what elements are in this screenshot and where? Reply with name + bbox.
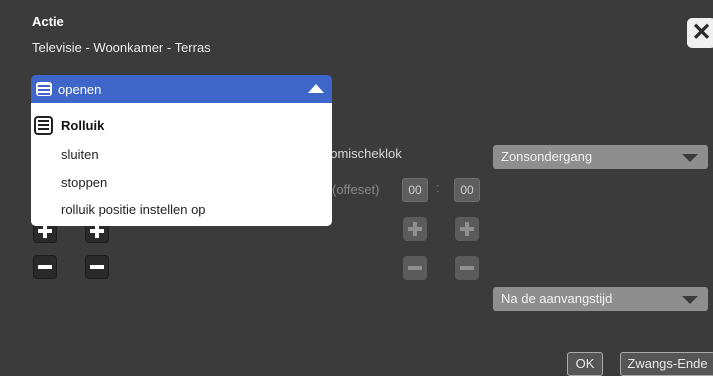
ok-button[interactable]: OK	[567, 352, 603, 376]
close-icon: ✕	[691, 19, 712, 46]
timing-select[interactable]: Na de aanvangstijd	[493, 287, 708, 311]
close-button[interactable]: ✕	[687, 18, 713, 48]
offset-label: (offeset)	[332, 182, 380, 197]
offset-hours-field[interactable]: 00	[402, 178, 428, 202]
timing-value: Na de aanvangstijd	[501, 291, 613, 306]
offset-minutes-field[interactable]: 00	[454, 178, 480, 202]
action-dropdown-value: openen	[58, 82, 102, 97]
chevron-down-icon	[682, 154, 698, 162]
offset-hours-increment-button[interactable]	[403, 217, 427, 241]
action-dropdown[interactable]: openen	[31, 75, 332, 103]
decrement-button[interactable]	[33, 255, 57, 279]
offset-minutes-decrement-button[interactable]	[455, 256, 479, 280]
time-separator: :	[436, 180, 440, 195]
sun-event-value: Zonsondergang	[501, 149, 593, 164]
dropdown-option-stoppen[interactable]: stoppen	[61, 175, 107, 190]
offset-hours-decrement-button[interactable]	[403, 256, 427, 280]
dropdown-group-label: Rolluik	[61, 118, 105, 133]
action-dropdown-list: Rolluik sluiten stoppen rolluik positie …	[31, 103, 332, 226]
dialog-title: Actie	[32, 14, 64, 29]
dropdown-option-sluiten[interactable]: sluiten	[61, 147, 99, 162]
astro-clock-label: nomischeklok	[323, 146, 402, 161]
chevron-up-icon	[308, 84, 324, 93]
roller-shutter-icon	[36, 82, 52, 96]
sun-event-select[interactable]: Zonsondergang	[493, 145, 708, 169]
minus-icon	[408, 266, 422, 270]
minus-icon	[460, 266, 474, 270]
force-end-button[interactable]: Zwangs-Ende	[620, 352, 713, 376]
decrement-button[interactable]	[85, 255, 109, 279]
chevron-down-icon	[682, 296, 698, 304]
dropdown-option-position[interactable]: rolluik positie instellen op	[61, 202, 206, 217]
roller-shutter-icon	[34, 116, 53, 135]
minus-icon	[90, 265, 104, 269]
offset-minutes-increment-button[interactable]	[455, 217, 479, 241]
minus-icon	[38, 265, 52, 269]
dialog-subtitle: Televisie - Woonkamer - Terras	[32, 40, 211, 55]
